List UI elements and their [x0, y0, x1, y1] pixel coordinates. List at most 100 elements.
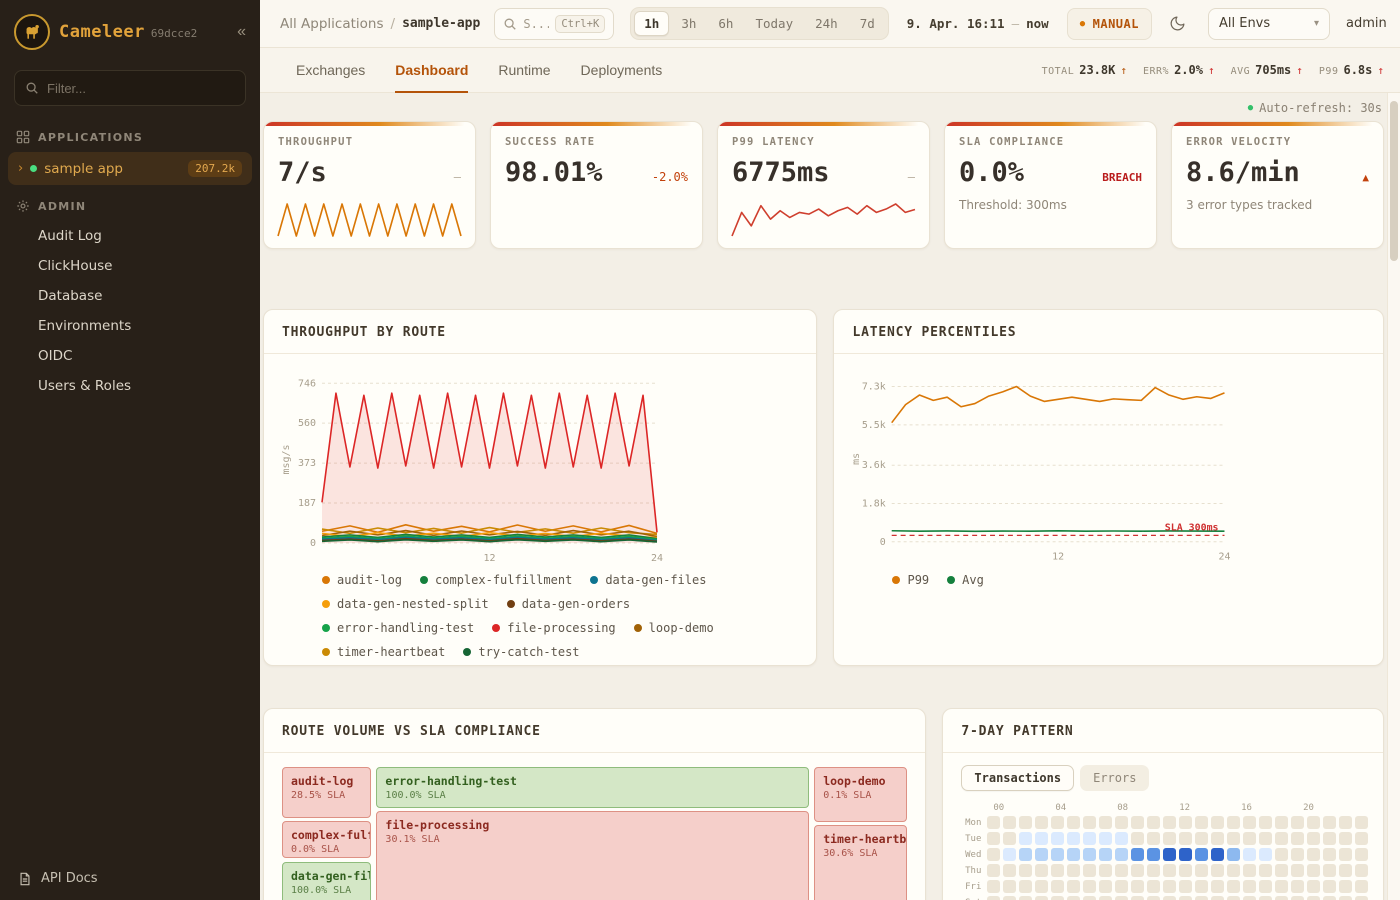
kpi-title: P99 LATENCY: [732, 136, 915, 148]
heatmap-cell: [1099, 880, 1112, 893]
heatmap-cell: [1083, 864, 1096, 877]
legend-item-try-catch-test[interactable]: try-catch-test: [463, 645, 579, 659]
legend-item-error-handling-test[interactable]: error-handling-test: [322, 621, 474, 635]
tab-deployments[interactable]: Deployments: [581, 48, 663, 92]
kpi-row: THROUGHPUT 7/s– SUCCESS RATE 98.01%-2.0%…: [263, 121, 1384, 249]
treemap-box-data-gen-files[interactable]: data-gen-files100.0% SLA: [282, 862, 371, 900]
legend-item-P99[interactable]: P99: [892, 573, 929, 587]
env-select[interactable]: All Envs ▾: [1208, 8, 1330, 40]
sidebar-item-sample-app[interactable]: › sample app 207.2k: [8, 152, 252, 185]
date-range-display[interactable]: 9. Apr. 16:11 — now: [907, 16, 1049, 31]
heatmap-cell: [1355, 880, 1368, 893]
legend-item-data-gen-nested-split[interactable]: data-gen-nested-split: [322, 597, 489, 611]
heatmap-cell: [987, 864, 1000, 877]
toggle-errors[interactable]: Errors: [1080, 765, 1149, 791]
heatmap-hour-label: 04: [1055, 803, 1117, 813]
up-arrow-icon: ↑: [1377, 64, 1384, 77]
legend-item-loop-demo[interactable]: loop-demo: [634, 621, 714, 635]
tab-runtime[interactable]: Runtime: [498, 48, 550, 92]
sidebar-item-users-roles[interactable]: Users & Roles: [0, 371, 260, 401]
breadcrumb-all-applications[interactable]: All Applications: [280, 16, 384, 32]
heatmap-cell: [1099, 864, 1112, 877]
legend-item-file-processing[interactable]: file-processing: [492, 621, 615, 635]
heatmap-cell: [1099, 832, 1112, 845]
legend-item-Avg[interactable]: Avg: [947, 573, 984, 587]
sidebar-item-oidc[interactable]: OIDC: [0, 341, 260, 371]
heatmap-day-label: Tue: [961, 834, 987, 844]
legend-label: error-handling-test: [337, 621, 474, 635]
treemap-box-loop-demo[interactable]: loop-demo0.1% SLA: [814, 767, 907, 822]
treemap-box-complex-fulfil...[interactable]: complex-fulfil...0.0% SLA: [282, 821, 371, 858]
toggle-transactions[interactable]: Transactions: [961, 765, 1074, 791]
heatmap-cell: [1355, 816, 1368, 829]
heatmap-cell: [1243, 896, 1256, 900]
heatmap-hour-label: 00: [993, 803, 1055, 813]
filter-input[interactable]: [47, 81, 235, 96]
expand-chevron-icon[interactable]: ›: [18, 161, 23, 176]
treemap-box-audit-log[interactable]: audit-log28.5% SLA: [282, 767, 371, 818]
admin-nav: Audit Log ClickHouse Database Environmen…: [0, 219, 260, 403]
legend-dot-icon: [420, 576, 428, 584]
heatmap-cell: [1227, 832, 1240, 845]
tab-dashboard[interactable]: Dashboard: [395, 48, 468, 92]
search-input[interactable]: [523, 17, 549, 31]
time-range-3h[interactable]: 3h: [671, 11, 706, 36]
svg-text:ms: ms: [851, 453, 862, 465]
breadcrumb-separator: /: [391, 16, 396, 32]
heatmap-cell: [1339, 880, 1352, 893]
legend-item-audit-log[interactable]: audit-log: [322, 573, 402, 587]
heatmap-cell: [1195, 816, 1208, 829]
heatmap-cell: [1115, 832, 1128, 845]
time-range-today[interactable]: Today: [745, 11, 803, 36]
heatmap-cell: [1067, 832, 1080, 845]
heatmap-hour-label: 20: [1303, 803, 1365, 813]
global-search[interactable]: Ctrl+K: [494, 8, 614, 40]
treemap-box-sla: 100.0% SLA: [291, 885, 362, 896]
sidebar-item-clickhouse[interactable]: ClickHouse: [0, 251, 260, 281]
legend-item-complex-fulfillment[interactable]: complex-fulfillment: [420, 573, 572, 587]
heatmap-cell: [1275, 864, 1288, 877]
manual-refresh-button[interactable]: ● MANUAL: [1067, 8, 1152, 40]
heatmap-hour-label: 12: [1179, 803, 1241, 813]
treemap-box-file-processing[interactable]: file-processing30.1% SLA: [376, 811, 809, 900]
scrollbar-track[interactable]: [1387, 93, 1400, 900]
treemap-box-name: audit-log: [291, 774, 362, 788]
heatmap-cell: [1163, 880, 1176, 893]
heatmap-cell: [1147, 832, 1160, 845]
heatmap-row-sat: Sat: [961, 896, 1365, 900]
legend-item-data-gen-files[interactable]: data-gen-files: [590, 573, 706, 587]
heatmap-cell: [1163, 896, 1176, 900]
treemap-box-timer-heartbeat[interactable]: timer-heartbeat30.6% SLA: [814, 825, 907, 900]
auto-refresh-status: ● Auto-refresh: 30s: [263, 93, 1384, 121]
tab-exchanges[interactable]: Exchanges: [296, 48, 365, 92]
svg-text:0: 0: [310, 538, 316, 549]
heatmap-cell: [1035, 896, 1048, 900]
treemap-box-error-handling-test[interactable]: error-handling-test100.0% SLA: [376, 767, 809, 808]
treemap-box-name: file-processing: [385, 818, 800, 832]
sidebar-item-audit-log[interactable]: Audit Log: [0, 221, 260, 251]
heatmap-cell: [1275, 848, 1288, 861]
user-name[interactable]: admin: [1346, 16, 1387, 31]
time-range-7d[interactable]: 7d: [850, 11, 885, 36]
latency-chart-legend: P99 Avg: [848, 567, 1369, 587]
legend-item-timer-heartbeat[interactable]: timer-heartbeat: [322, 645, 445, 659]
time-range-24h[interactable]: 24h: [805, 11, 848, 36]
legend-label: audit-log: [337, 573, 402, 587]
time-range-1h[interactable]: 1h: [634, 11, 669, 36]
env-select-value: All Envs: [1219, 16, 1270, 31]
legend-label: data-gen-files: [605, 573, 706, 587]
scrollbar-thumb[interactable]: [1390, 101, 1398, 261]
sidebar-collapse-button[interactable]: «: [237, 23, 246, 41]
dark-mode-toggle[interactable]: [1162, 8, 1194, 40]
sidebar-item-database[interactable]: Database: [0, 281, 260, 311]
search-icon: [503, 17, 517, 31]
legend-item-data-gen-orders[interactable]: data-gen-orders: [507, 597, 630, 611]
panel-title: THROUGHPUT BY ROUTE: [264, 310, 816, 354]
heatmap-cell: [1051, 880, 1064, 893]
kpi-title: THROUGHPUT: [278, 136, 461, 148]
time-range-6h[interactable]: 6h: [708, 11, 743, 36]
heatmap-cell: [1067, 896, 1080, 900]
sidebar-item-api-docs[interactable]: API Docs: [0, 857, 260, 900]
sidebar-spacer: [0, 403, 260, 857]
sidebar-item-environments[interactable]: Environments: [0, 311, 260, 341]
